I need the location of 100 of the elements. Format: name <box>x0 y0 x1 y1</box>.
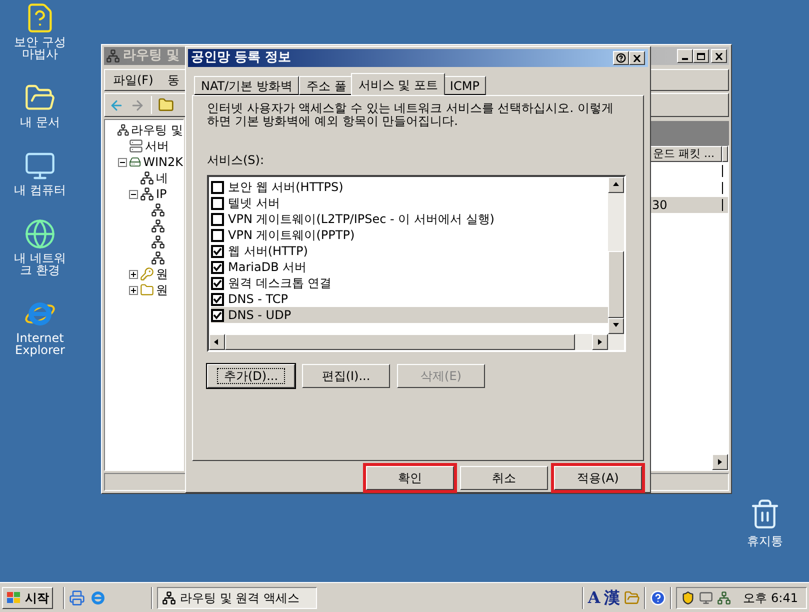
checkbox[interactable] <box>211 180 224 194</box>
checkbox[interactable] <box>211 212 224 226</box>
help-icon <box>616 53 626 63</box>
network-node-icon <box>151 219 165 233</box>
column-header[interactable]: 운드 패킷 ... <box>650 146 722 162</box>
desktop-icon-label[interactable]: 내 컴퓨터 <box>9 184 71 196</box>
server-icon <box>129 139 143 153</box>
collapse-toggle-icon[interactable] <box>129 190 138 198</box>
network-node-icon <box>151 203 165 217</box>
taskbar-button[interactable]: 라우팅 및 원격 액세스 <box>157 586 317 608</box>
tab[interactable]: 주소 풀 <box>299 76 354 95</box>
close-button[interactable] <box>629 51 645 65</box>
close-icon <box>633 54 641 62</box>
network-node-icon <box>162 590 176 604</box>
list-row[interactable]: 30 <box>650 197 728 213</box>
window-title: 라우팅 및 <box>123 47 180 66</box>
service-row[interactable]: VPN 게이트웨이(PPTP) <box>211 227 608 243</box>
help-button[interactable] <box>613 51 629 65</box>
horizontal-scrollbar[interactable] <box>209 334 624 350</box>
scroll-right-button[interactable] <box>712 454 728 470</box>
checkbox[interactable] <box>211 196 224 210</box>
folder-icon <box>140 283 154 297</box>
dialog-title: 공인망 등록 정보 <box>191 49 292 68</box>
action-button[interactable]: 추가(D)... <box>207 364 295 388</box>
ime-indicator[interactable]: 漢 <box>604 586 620 610</box>
network-node-icon <box>140 171 154 185</box>
scroll-thumb[interactable] <box>608 251 624 318</box>
shield-icon[interactable] <box>681 590 696 604</box>
dialog-button[interactable]: 확인 <box>366 466 454 490</box>
desktop-icon-label[interactable]: 내 문서 <box>9 116 71 128</box>
scroll-up-button[interactable] <box>608 177 624 193</box>
tree-item[interactable]: 네 <box>156 171 168 185</box>
menu-item[interactable]: 파일(F) <box>113 71 154 89</box>
tree-item[interactable]: WIN2K <box>143 155 183 169</box>
scroll-thumb[interactable] <box>225 334 575 350</box>
services-label: 서비스(S): <box>207 152 266 169</box>
tab[interactable]: 서비스 및 포트 <box>351 73 445 95</box>
service-row[interactable]: 원격 데스크톱 연결 <box>211 275 608 291</box>
network-node-icon <box>106 49 120 63</box>
checkbox[interactable] <box>211 308 224 322</box>
tree-item[interactable]: 원 <box>156 283 168 297</box>
list-cell: 30 <box>652 198 668 212</box>
tree-item[interactable]: 라우팅 및 <box>131 123 183 137</box>
minimize-button[interactable] <box>677 49 693 63</box>
network-icon[interactable] <box>717 590 732 604</box>
language-indicator[interactable]: A <box>588 586 600 610</box>
scroll-left-button[interactable] <box>209 334 225 350</box>
help-icon[interactable] <box>650 590 666 606</box>
desktop-icon-label[interactable]: 내 네트워크 환경 <box>9 252 71 276</box>
expand-toggle-icon[interactable] <box>129 270 138 278</box>
checkbox[interactable] <box>211 244 224 258</box>
computer-icon <box>24 150 56 182</box>
collapse-toggle-icon[interactable] <box>118 158 127 166</box>
desktop-icon-label[interactable]: 휴지통 <box>747 532 783 550</box>
windows-flag-icon <box>6 590 22 604</box>
monitor-icon[interactable] <box>699 590 714 604</box>
scroll-right-button[interactable] <box>592 334 608 350</box>
dialog-button[interactable]: 취소 <box>460 466 548 490</box>
description-text: 인터넷 사용자가 액세스할 수 있는 네트워크 서비스를 선택하십시오. 이렇게 하면 기본 방화벽에 예외 항목이 만들어집니다. <box>207 102 614 128</box>
vertical-scrollbar[interactable] <box>608 177 624 334</box>
close-button[interactable] <box>711 49 727 63</box>
service-row[interactable]: DNS - TCP <box>211 291 608 307</box>
expand-toggle-icon[interactable] <box>129 286 138 294</box>
server-icon <box>129 155 142 169</box>
service-row[interactable]: 텔넷 서버 <box>211 195 608 211</box>
column-header[interactable] <box>722 146 728 162</box>
tab[interactable]: ICMP <box>442 76 486 95</box>
tree-item[interactable]: IP <box>156 187 167 201</box>
arrow-right-icon <box>596 338 604 346</box>
dialog-button[interactable]: 적용(A) <box>554 466 642 490</box>
globe-icon <box>24 218 56 250</box>
service-row[interactable]: MariaDB 서버 <box>211 259 608 275</box>
tab[interactable]: NAT/기본 방화벽 <box>194 76 300 95</box>
tree-item[interactable]: 원 <box>156 267 168 281</box>
key-icon <box>140 267 154 281</box>
up-folder-icon[interactable] <box>158 97 174 113</box>
checkbox[interactable] <box>211 260 224 274</box>
network-node-icon <box>151 235 165 249</box>
arrow-right-icon <box>716 458 724 466</box>
arrow-left-icon <box>213 338 221 346</box>
service-row[interactable]: 웹 서버(HTTP) <box>211 243 608 259</box>
recycle-bin-icon <box>749 498 781 530</box>
start-button[interactable]: 시작 <box>2 586 53 608</box>
checkbox[interactable] <box>211 228 224 242</box>
desktop-icon-label[interactable]: 보안 구성 마법사 <box>9 36 71 60</box>
network-node-icon <box>116 123 130 137</box>
checkbox[interactable] <box>211 276 224 290</box>
maximize-button[interactable] <box>693 49 709 63</box>
clock[interactable]: 오후 6:41 <box>743 588 798 606</box>
close-icon <box>715 52 723 60</box>
menu-item[interactable]: 동 <box>167 71 180 89</box>
checkbox[interactable] <box>211 292 224 306</box>
service-row[interactable]: VPN 게이트웨이(L2TP/IPSec - 이 서버에서 실행) <box>211 211 608 227</box>
tree-item[interactable]: 서버 <box>145 139 169 153</box>
scroll-down-button[interactable] <box>608 318 624 334</box>
desktop-icon-label[interactable]: Internet Explorer <box>9 332 71 356</box>
service-row[interactable]: 보안 웹 서버(HTTPS) <box>211 179 608 195</box>
arrow-up-icon <box>612 181 620 189</box>
service-row[interactable]: DNS - UDP <box>211 307 608 323</box>
action-button[interactable]: 편집(I)... <box>302 364 390 388</box>
